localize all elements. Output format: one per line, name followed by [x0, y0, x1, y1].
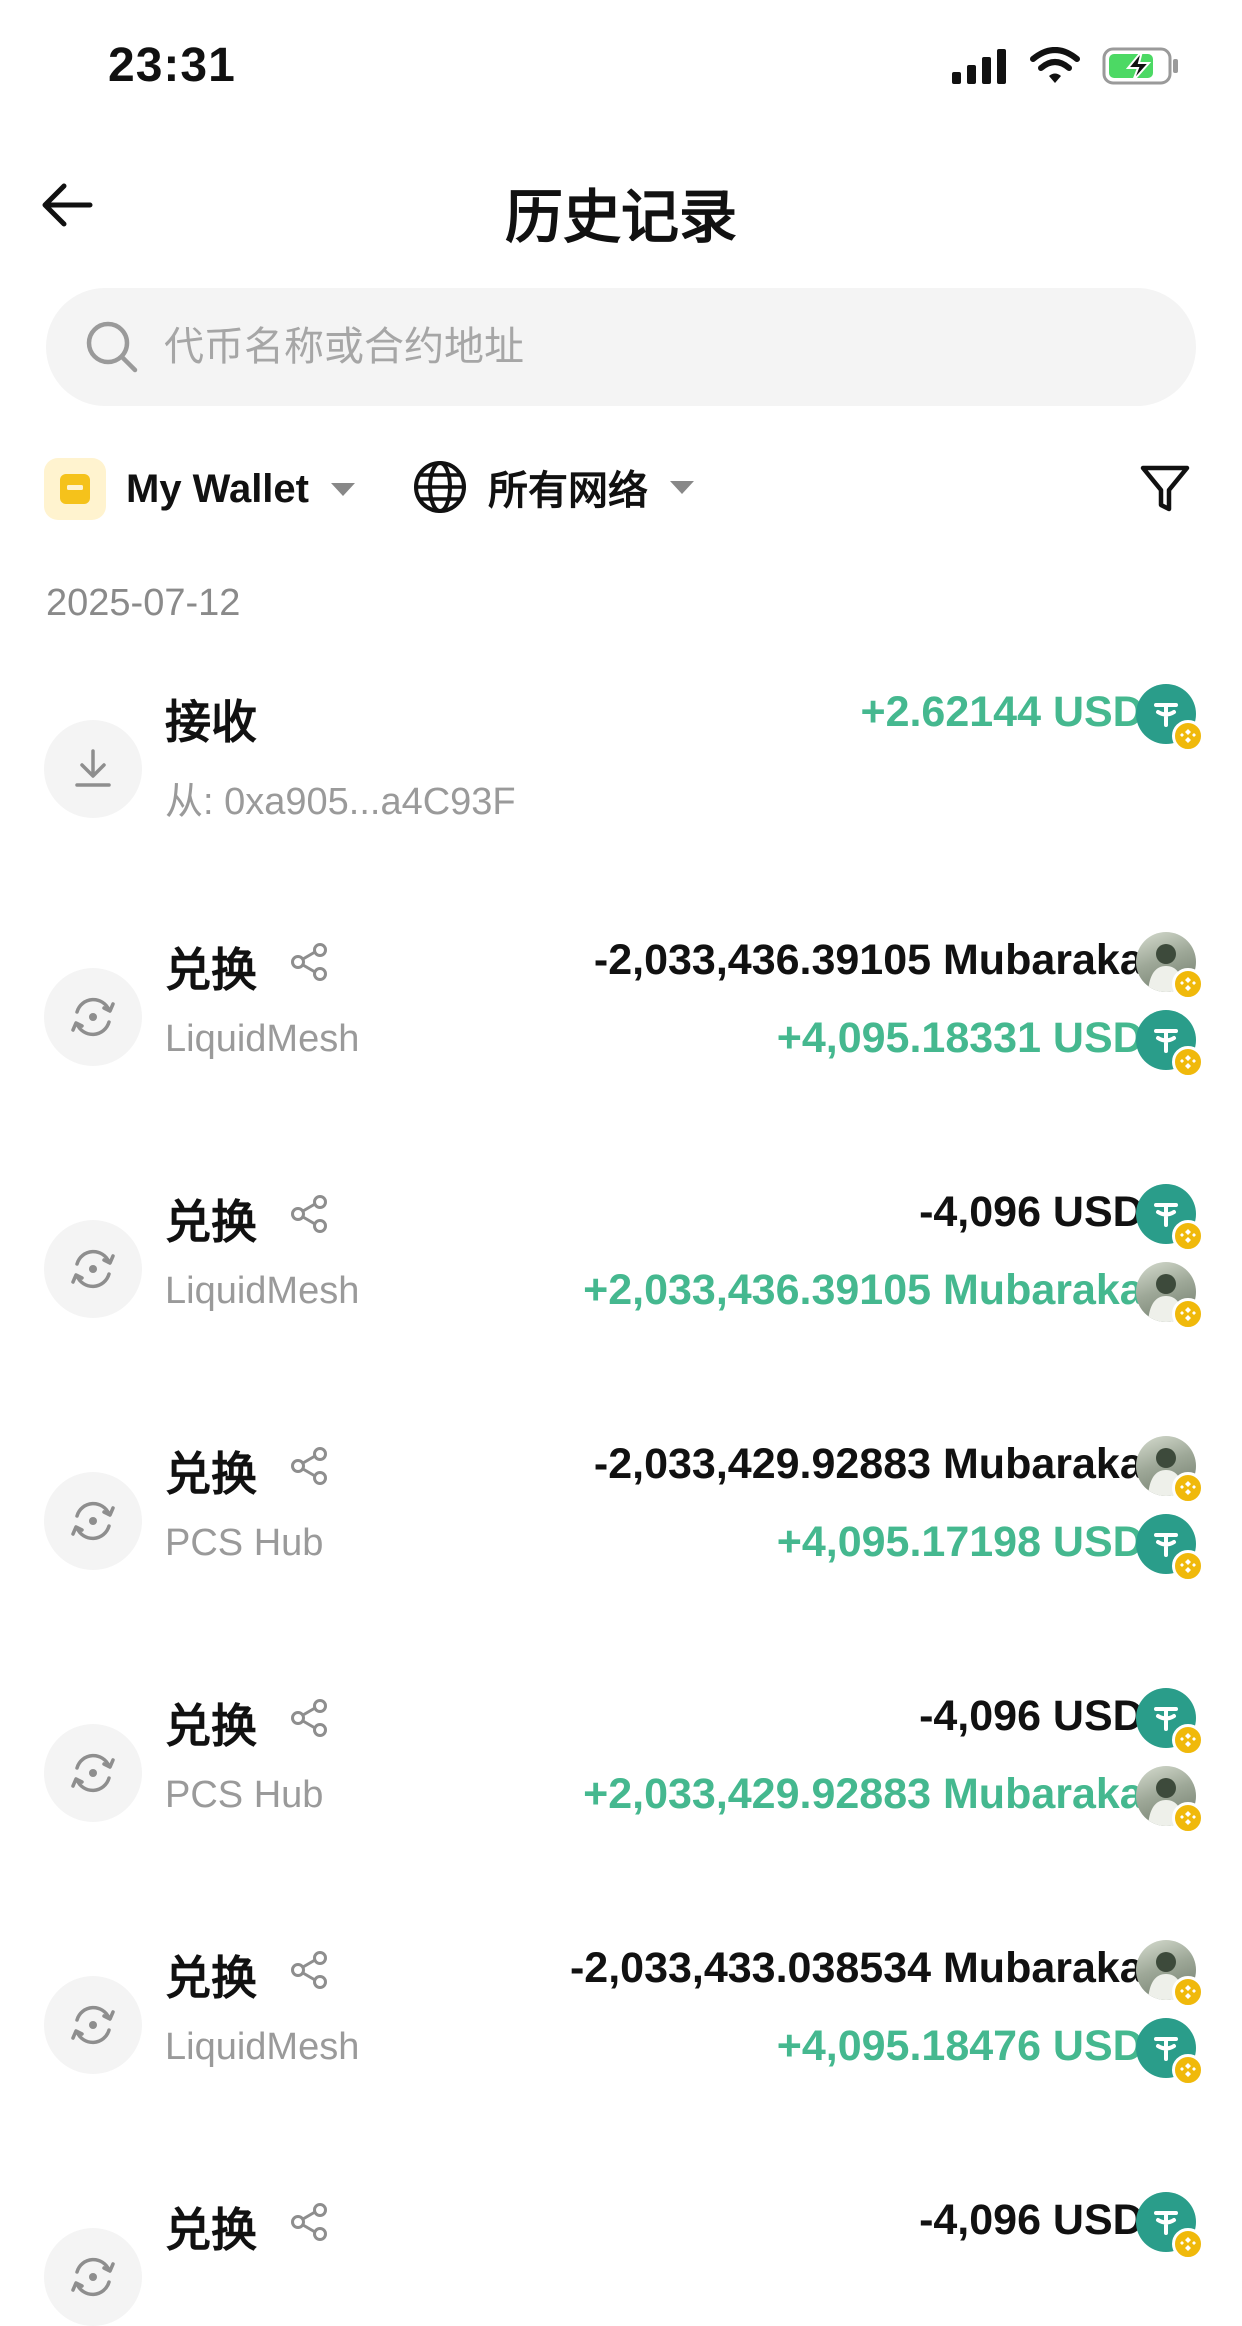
swap-icon [44, 2228, 142, 2326]
transaction-amount: +4,095.18476 USDT [776, 2022, 1170, 2070]
funnel-icon [1140, 465, 1190, 512]
transaction-amount: -2,033,433.038534 Mubarakah [569, 1944, 1170, 1992]
transaction-type: 兑换 [165, 1186, 331, 1252]
transaction-amount: +4,095.18331 USDT [776, 1014, 1170, 1062]
transaction-type-label: 兑换 [165, 1700, 257, 1752]
status-icons [952, 44, 1180, 88]
mubarakah-token-icon [1136, 1262, 1204, 1330]
status-time: 23:31 [108, 39, 236, 92]
network-label: 所有网络 [488, 469, 648, 513]
bnb-chain-badge [1172, 1472, 1204, 1504]
bnb-chain-badge [1172, 1802, 1204, 1834]
transaction-type-label: 兑换 [165, 944, 257, 996]
page-title: 历史记录 [504, 185, 737, 250]
transaction-source: PCS Hub [165, 1522, 324, 1564]
usdt-token-icon [1136, 684, 1204, 752]
share-icon[interactable] [287, 1948, 331, 2003]
transaction-type: 兑换 [165, 1438, 331, 1504]
wallet-selector[interactable]: My Wallet [44, 458, 355, 520]
usdt-token-icon [1136, 1184, 1204, 1252]
swap-icon [44, 968, 142, 1066]
battery-charging-icon [1102, 47, 1178, 85]
transaction-type-label: 兑换 [165, 1448, 257, 1500]
bnb-chain-badge [1172, 1220, 1204, 1252]
transaction-source: LiquidMesh [165, 1270, 360, 1312]
share-icon[interactable] [287, 1444, 331, 1499]
transaction-amount: -4,096 USDT [919, 2196, 1170, 2244]
transaction-source: 从: 0xa905...a4C93F [165, 781, 516, 823]
bnb-chain-badge [1172, 1976, 1204, 2008]
wallet-label: My Wallet [126, 466, 309, 511]
share-icon[interactable] [287, 2200, 331, 2255]
mubarakah-token-icon [1136, 1436, 1204, 1504]
transaction-type-label: 兑换 [165, 2204, 257, 2256]
bnb-chain-badge [1172, 2054, 1204, 2086]
transaction-type-label: 兑换 [165, 1952, 257, 2004]
share-icon[interactable] [287, 1192, 331, 1247]
transaction-type: 接收 [165, 686, 257, 752]
globe-icon [414, 461, 466, 513]
caret-down-icon [670, 480, 694, 494]
search-bar[interactable] [46, 288, 1196, 406]
signal-icon [952, 49, 1006, 84]
transaction-amount: +2,033,436.39105 Mubarakah [583, 1266, 1170, 1314]
bnb-chain-badge [1172, 1046, 1204, 1078]
transaction-amount: -4,096 USDT [919, 1188, 1170, 1236]
transaction-type-label: 接收 [165, 696, 257, 748]
transaction-amount: +2,033,429.92883 Mubarakah [583, 1770, 1170, 1818]
transaction-amount: -2,033,436.39105 Mubarakah [593, 936, 1170, 984]
share-icon[interactable] [287, 1696, 331, 1751]
network-selector[interactable]: 所有网络 [412, 458, 694, 516]
bnb-chain-badge [1172, 1550, 1204, 1582]
transaction-source: LiquidMesh [165, 2026, 360, 2068]
transaction-amount: +4,095.17198 USDT [776, 1518, 1170, 1566]
mubarakah-token-icon [1136, 1766, 1204, 1834]
transaction-source: LiquidMesh [165, 1018, 360, 1060]
transaction-type: 兑换 [165, 2194, 331, 2260]
swap-icon [44, 1976, 142, 2074]
usdt-token-icon [1136, 1514, 1204, 1582]
usdt-token-icon [1136, 1688, 1204, 1756]
swap-icon [44, 1472, 142, 1570]
bnb-chain-badge [1172, 968, 1204, 1000]
transaction-amount: -4,096 USDT [919, 1692, 1170, 1740]
mubarakah-token-icon [1136, 932, 1204, 1000]
receive-icon [44, 720, 142, 818]
swap-icon [44, 1220, 142, 1318]
share-icon[interactable] [287, 940, 331, 995]
transaction-type-label: 兑换 [165, 1196, 257, 1248]
mubarakah-token-icon [1136, 1940, 1204, 2008]
usdt-token-icon [1136, 2018, 1204, 2086]
transaction-type: 兑换 [165, 1690, 331, 1756]
transaction-type: 兑换 [165, 1942, 331, 2008]
filter-button[interactable] [1136, 460, 1194, 518]
usdt-token-icon [1136, 1010, 1204, 1078]
bnb-chain-badge [1172, 2228, 1204, 2260]
transaction-source: PCS Hub [165, 1774, 324, 1816]
bnb-chain-badge [1172, 1298, 1204, 1330]
transaction-amount: +2.62144 USDT [860, 688, 1170, 736]
bnb-chain-badge [1172, 1724, 1204, 1756]
date-group-header: 2025-07-12 [46, 582, 241, 624]
wallet-icon [44, 458, 106, 520]
wifi-icon [1030, 47, 1080, 83]
search-icon [86, 321, 138, 373]
transaction-type: 兑换 [165, 934, 331, 1000]
caret-down-icon [331, 482, 355, 496]
swap-icon [44, 1724, 142, 1822]
bnb-chain-badge [1172, 720, 1204, 752]
search-input[interactable] [162, 323, 1066, 371]
usdt-token-icon [1136, 2192, 1204, 2260]
transaction-amount: -2,033,429.92883 Mubarakah [593, 1440, 1170, 1488]
